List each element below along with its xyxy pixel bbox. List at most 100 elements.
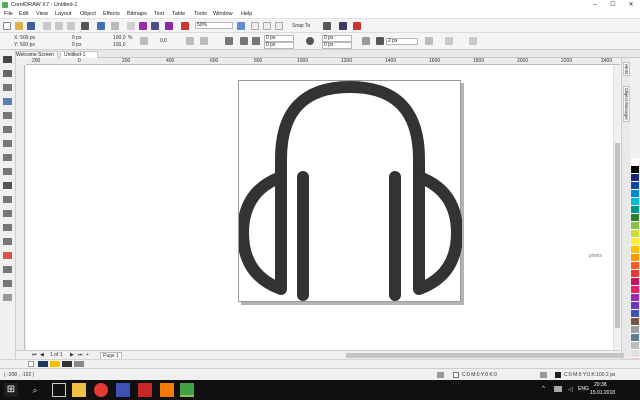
relative-corner-scaling-icon[interactable] bbox=[362, 37, 370, 45]
menu-help[interactable]: Help bbox=[241, 11, 252, 18]
add-tool-icon[interactable] bbox=[3, 294, 12, 301]
last-page-button[interactable]: ⏭ bbox=[78, 352, 83, 358]
doc-color-swatch[interactable] bbox=[62, 361, 72, 367]
scalloped-corner-icon[interactable] bbox=[240, 37, 248, 45]
previous-page-button[interactable]: ◀ bbox=[40, 352, 44, 358]
outline-width-field[interactable]: 2 px bbox=[386, 38, 418, 45]
fill-swatch[interactable] bbox=[453, 372, 459, 378]
palette-swatch[interactable] bbox=[631, 350, 639, 358]
palette-swatch[interactable] bbox=[631, 198, 639, 206]
palette-swatch[interactable] bbox=[631, 190, 639, 198]
publish-pdf-icon[interactable] bbox=[165, 22, 173, 30]
chrome-icon[interactable] bbox=[94, 383, 108, 397]
palette-swatch[interactable] bbox=[631, 246, 639, 254]
menu-bitmaps[interactable]: Bitmaps bbox=[127, 11, 147, 18]
palette-swatch[interactable] bbox=[631, 166, 639, 174]
rotation-angle-field[interactable]: 0,0 bbox=[160, 38, 167, 44]
outline-swatch[interactable] bbox=[555, 372, 561, 378]
palette-swatch[interactable] bbox=[631, 310, 639, 318]
artistic-media-tool-icon[interactable] bbox=[3, 126, 12, 133]
palette-swatch[interactable] bbox=[631, 302, 639, 310]
task-view-icon[interactable] bbox=[52, 383, 66, 397]
export-icon[interactable] bbox=[151, 22, 159, 30]
redo-icon[interactable] bbox=[111, 22, 119, 30]
palette-swatch[interactable] bbox=[631, 222, 639, 230]
maximize-button[interactable]: ☐ bbox=[604, 0, 622, 10]
undo-icon[interactable] bbox=[97, 22, 105, 30]
clock-time[interactable]: 20:38 bbox=[594, 382, 607, 388]
import-icon[interactable] bbox=[127, 22, 135, 30]
corner-radius-4-field[interactable]: 0 px bbox=[322, 42, 352, 49]
eyedropper-tool-icon[interactable] bbox=[3, 252, 12, 259]
menu-effects[interactable]: Effects bbox=[103, 11, 120, 18]
palette-swatch[interactable] bbox=[631, 318, 639, 326]
windows-start-icon[interactable]: ⊞ bbox=[4, 383, 18, 397]
text-tool-icon[interactable] bbox=[3, 182, 12, 189]
coreldraw-taskbar-icon[interactable] bbox=[180, 383, 194, 397]
to-front-icon[interactable] bbox=[445, 37, 453, 45]
corner-lock-icon[interactable] bbox=[306, 37, 314, 45]
tab-welcome-screen[interactable]: Welcome Screen bbox=[12, 51, 58, 58]
options-icon[interactable] bbox=[323, 22, 331, 30]
menu-edit[interactable]: Edit bbox=[19, 11, 28, 18]
width-field[interactable]: 0 px bbox=[72, 35, 81, 41]
x-position-field[interactable]: X: 500 px bbox=[14, 35, 35, 41]
full-screen-icon[interactable] bbox=[237, 22, 245, 30]
palette-swatch[interactable] bbox=[631, 230, 639, 238]
minimize-button[interactable]: – bbox=[586, 0, 604, 10]
palette-swatch[interactable] bbox=[631, 174, 639, 182]
crop-tool-icon[interactable] bbox=[3, 84, 12, 91]
headphones-artwork[interactable] bbox=[237, 81, 463, 303]
corner-radius-3-field[interactable]: 0 px bbox=[322, 35, 352, 42]
copy-icon[interactable] bbox=[55, 22, 63, 30]
palette-swatch[interactable] bbox=[631, 158, 639, 166]
first-page-button[interactable]: ⏮ bbox=[32, 352, 37, 358]
shape-tool-icon[interactable] bbox=[3, 70, 12, 77]
scale-width-field[interactable]: 100,0 bbox=[113, 35, 126, 41]
app-icon[interactable] bbox=[160, 383, 174, 397]
palette-swatch[interactable] bbox=[631, 294, 639, 302]
to-back-icon[interactable] bbox=[469, 37, 477, 45]
rulers-icon[interactable] bbox=[251, 22, 259, 30]
freehand-tool-icon[interactable] bbox=[3, 112, 12, 119]
file-explorer-icon[interactable] bbox=[72, 383, 86, 397]
horizontal-scroll-thumb[interactable] bbox=[346, 353, 624, 358]
no-color-swatch[interactable] bbox=[28, 361, 34, 367]
search-icon[interactable]: ⌕ bbox=[28, 383, 42, 397]
menu-file[interactable]: File bbox=[4, 11, 13, 18]
palette-swatch[interactable] bbox=[631, 214, 639, 222]
chamfered-corner-icon[interactable] bbox=[252, 37, 260, 45]
next-page-button[interactable]: ▶ bbox=[70, 352, 74, 358]
menu-window[interactable]: Window bbox=[213, 11, 233, 18]
doc-color-swatch[interactable] bbox=[50, 361, 60, 367]
menu-layout[interactable]: Layout bbox=[55, 11, 72, 18]
height-field[interactable]: 0 px bbox=[72, 42, 81, 48]
palette-swatch[interactable] bbox=[631, 270, 639, 278]
doc-color-swatch[interactable] bbox=[38, 361, 48, 367]
palette-swatch[interactable] bbox=[631, 278, 639, 286]
drop-shadow-tool-icon[interactable] bbox=[3, 224, 12, 231]
add-page-button[interactable]: + bbox=[86, 352, 89, 358]
language-indicator[interactable]: ENG bbox=[578, 386, 589, 392]
wrap-text-icon[interactable] bbox=[425, 37, 433, 45]
outline-width-icon[interactable] bbox=[376, 37, 384, 45]
lock-ratio-icon[interactable] bbox=[140, 37, 148, 45]
y-position-field[interactable]: Y: 500 px bbox=[14, 42, 35, 48]
connector-tool-icon[interactable] bbox=[3, 210, 12, 217]
menu-text[interactable]: Text bbox=[154, 11, 164, 18]
interactive-fill-tool-icon[interactable] bbox=[3, 266, 12, 273]
application-launcher-icon[interactable] bbox=[181, 22, 189, 30]
parallel-dimension-tool-icon[interactable] bbox=[3, 196, 12, 203]
smart-fill-tool-icon[interactable] bbox=[3, 280, 12, 287]
vertical-scrollbar[interactable] bbox=[613, 65, 621, 350]
zoom-level-field[interactable]: 50% bbox=[195, 22, 233, 29]
menu-tools[interactable]: Tools bbox=[194, 11, 207, 18]
corner-radius-2-field[interactable]: 0 px bbox=[264, 42, 294, 49]
launch-icon[interactable] bbox=[339, 22, 347, 30]
ellipse-tool-icon[interactable] bbox=[3, 154, 12, 161]
menu-view[interactable]: View bbox=[36, 11, 48, 18]
volume-icon[interactable]: ◁ bbox=[568, 386, 573, 393]
corner-radius-1-field[interactable]: 0 px bbox=[264, 35, 294, 42]
snap-to-button[interactable]: Snap To bbox=[292, 23, 310, 29]
new-icon[interactable] bbox=[3, 22, 11, 30]
